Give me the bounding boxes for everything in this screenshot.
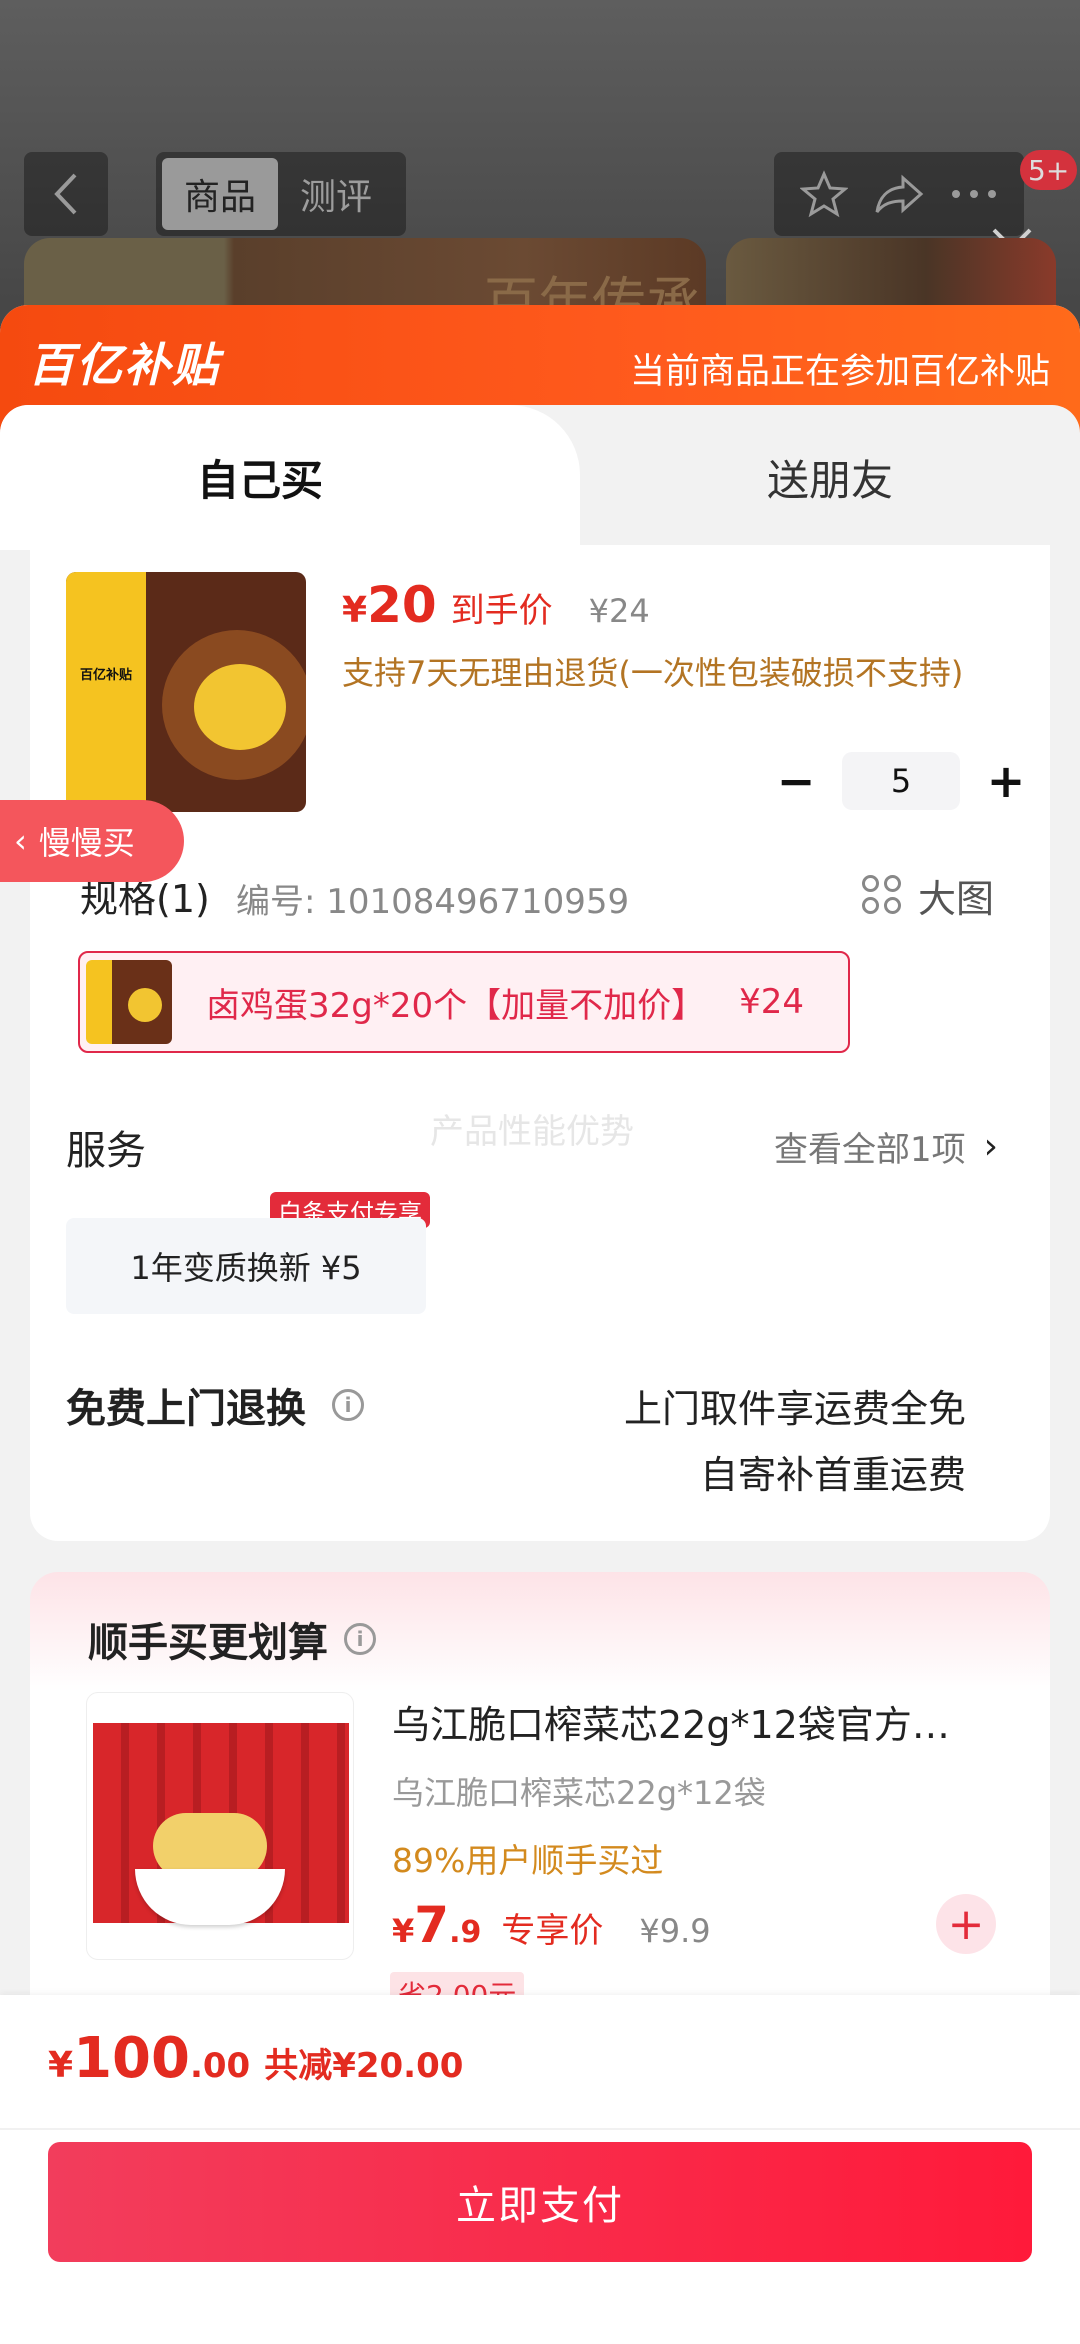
chevron-left-icon	[54, 173, 77, 215]
subsidy-logo: 百亿补贴	[28, 338, 220, 392]
info-icon[interactable]: i	[332, 1389, 364, 1421]
total-price: ¥ 100 .00 共减¥20.00	[48, 2026, 463, 2091]
add-on-label: 顺手买更划算	[88, 1620, 328, 1666]
increase-button[interactable]: +	[980, 754, 1032, 808]
currency-symbol: ¥	[392, 1912, 415, 1950]
subsidy-note: 当前商品正在参加百亿补贴	[629, 352, 1050, 392]
tab-review[interactable]: 测评	[278, 158, 394, 230]
currency-symbol: ¥	[48, 2045, 74, 2086]
product-image-label: 百亿补贴	[79, 668, 132, 683]
product-price-row: ¥ 20 到手价 ¥24	[342, 576, 650, 634]
product-image[interactable]: 百亿补贴	[66, 572, 306, 812]
door-return-line1: 上门取件享运费全免	[623, 1387, 966, 1431]
watermark-text: 产品性能优势	[430, 1112, 634, 1152]
add-on-price-label: 专享价	[501, 1911, 604, 1951]
add-on-bought-rate: 89%用户顺手买过	[392, 1841, 664, 1880]
grid-icon	[862, 874, 904, 917]
door-return-title: 免费上门退换 i	[66, 1376, 364, 1434]
product-image-label-panel	[66, 572, 146, 812]
add-on-product-image[interactable]	[86, 1692, 354, 1960]
add-on-add-button[interactable]: +	[936, 1894, 996, 1954]
add-on-original-price: ¥9.9	[639, 1912, 711, 1950]
tab-buy-self[interactable]: 自己买	[0, 405, 580, 550]
back-button[interactable]	[24, 152, 108, 236]
add-on-product-spec: 乌江脆口榨菜芯22g*12袋	[392, 1774, 766, 1812]
total-saved: 共减¥20.00	[264, 2046, 464, 2086]
pay-now-button[interactable]: 立即支付	[48, 2142, 1032, 2262]
door-return-label: 免费上门退换	[66, 1386, 306, 1432]
footer-divider	[0, 2128, 1080, 2130]
view-all-services[interactable]: 查看全部1项 ›	[774, 1122, 998, 1171]
final-price-label: 到手价	[450, 591, 553, 631]
add-on-title: 顺手买更划算 i	[88, 1610, 376, 1668]
add-on-price-dec: .9	[449, 1915, 482, 1950]
view-all-label: 查看全部1项	[774, 1130, 966, 1170]
info-icon[interactable]: i	[344, 1623, 376, 1655]
buy-mode-tabs: 自己买 送朋友	[0, 405, 1080, 550]
return-policy-note: 支持7天无理由退货(一次性包装破损不支持)	[342, 654, 964, 692]
sku-price: ¥24	[739, 982, 805, 1022]
sku-option-selected[interactable]: 卤鸡蛋32g*20个【加量不加价】 ¥24	[78, 951, 850, 1053]
big-image-button[interactable]: 大图	[862, 868, 994, 923]
total-dec: .00	[189, 2046, 251, 2086]
spec-code: 编号: 10108496710959	[236, 882, 630, 922]
yolk-image	[194, 664, 286, 750]
slow-buy-tab[interactable]: ‹ 慢慢买	[0, 800, 184, 882]
decrease-button[interactable]: −	[770, 754, 822, 808]
quantity-value[interactable]: 5	[842, 752, 960, 810]
service-title: 服务	[66, 1128, 146, 1174]
tab-product[interactable]: 商品	[162, 158, 278, 230]
star-icon[interactable]	[800, 170, 849, 218]
share-icon[interactable]	[873, 170, 925, 218]
total-int: 100	[73, 2026, 190, 2091]
chevron-right-icon: ›	[983, 1126, 999, 1167]
final-price: 20	[367, 576, 437, 634]
checkout-page: 商品 测评 5+ 百年传承 百亿补贴 当前商品正在参加百亿补贴 自己买 送朋友 …	[0, 0, 1080, 2344]
big-image-label: 大图	[918, 877, 995, 921]
add-on-price-row: ¥ 7 .9 专享价 ¥9.9	[392, 1896, 711, 1954]
more-icon[interactable]	[950, 188, 998, 200]
add-on-price-int: 7	[414, 1896, 450, 1954]
currency-symbol: ¥	[342, 590, 368, 631]
original-price: ¥24	[588, 592, 650, 630]
sku-thumbnail	[86, 960, 172, 1044]
product-review-switch: 商品 测评	[156, 152, 406, 236]
message-badge: 5+	[1020, 150, 1078, 190]
door-return-line2: 自寄补首重运费	[699, 1453, 966, 1497]
slow-buy-label: 慢慢买	[38, 824, 135, 862]
quantity-stepper: − 5 +	[770, 752, 1032, 810]
add-on-product-name[interactable]: 乌江脆口榨菜芯22g*12袋官方旗舰店	[392, 1694, 982, 1749]
chevron-left-icon: ‹	[14, 822, 27, 860]
tab-send-friend[interactable]: 送朋友	[580, 405, 1080, 550]
service-option[interactable]: 1年变质换新 ¥5	[66, 1218, 426, 1314]
sku-label: 卤鸡蛋32g*20个【加量不加价】	[206, 985, 706, 1026]
